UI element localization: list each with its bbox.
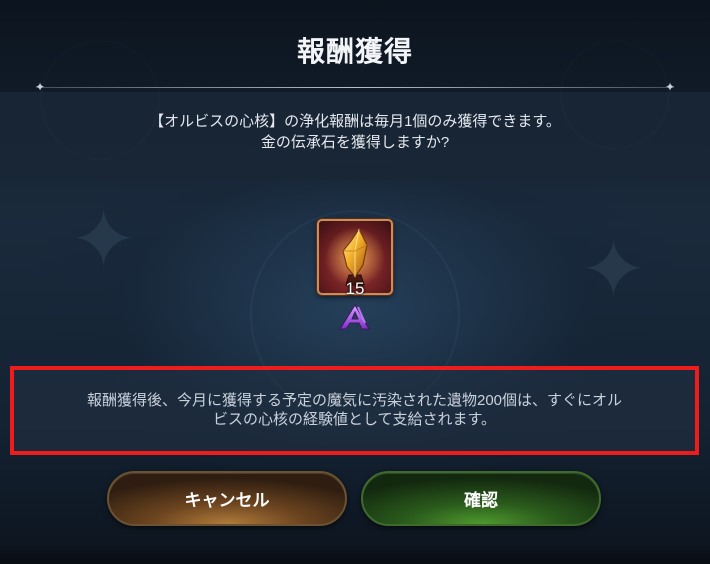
- notice-highlight-box: 報酬獲得後、今月に獲得する予定の魔気に汚染された遺物200個は、すぐにオル ビス…: [10, 366, 699, 455]
- confirm-button[interactable]: 確認: [361, 471, 601, 526]
- rank-a-icon: [339, 304, 370, 330]
- bottom-shade: [0, 544, 710, 564]
- question-text-line-2: 金の伝承石を獲得しますか?: [260, 134, 450, 151]
- header-divider: [36, 87, 674, 88]
- question-panel: 【オルビスの心核】の浄化報酬は毎月1個のみ獲得できます。 金の伝承石を獲得します…: [0, 92, 710, 180]
- notice-text-line-1: 報酬獲得後、今月に獲得する予定の魔気に汚染された遺物200個は、すぐにオル: [86, 392, 623, 409]
- dialog-header: 報酬獲得 ✦ ✦: [0, 0, 710, 93]
- background-rune: ✦: [580, 223, 648, 316]
- cancel-button[interactable]: キャンセル: [107, 471, 347, 526]
- notice-text-line-2: ビスの心核の経験値として支給されます。: [212, 411, 497, 428]
- reward-item-count: 15: [345, 279, 365, 298]
- game-screen: ✦ ✦ 報酬獲得 ✦ ✦ 【オルビスの心核】の浄化報酬は毎月1個のみ獲得できます…: [0, 0, 710, 564]
- question-text-line-1: 【オルビスの心核】の浄化報酬は毎月1個のみ獲得できます。: [149, 113, 561, 130]
- background-rune: ✦: [70, 193, 138, 286]
- dialog-title: 報酬獲得: [296, 36, 413, 67]
